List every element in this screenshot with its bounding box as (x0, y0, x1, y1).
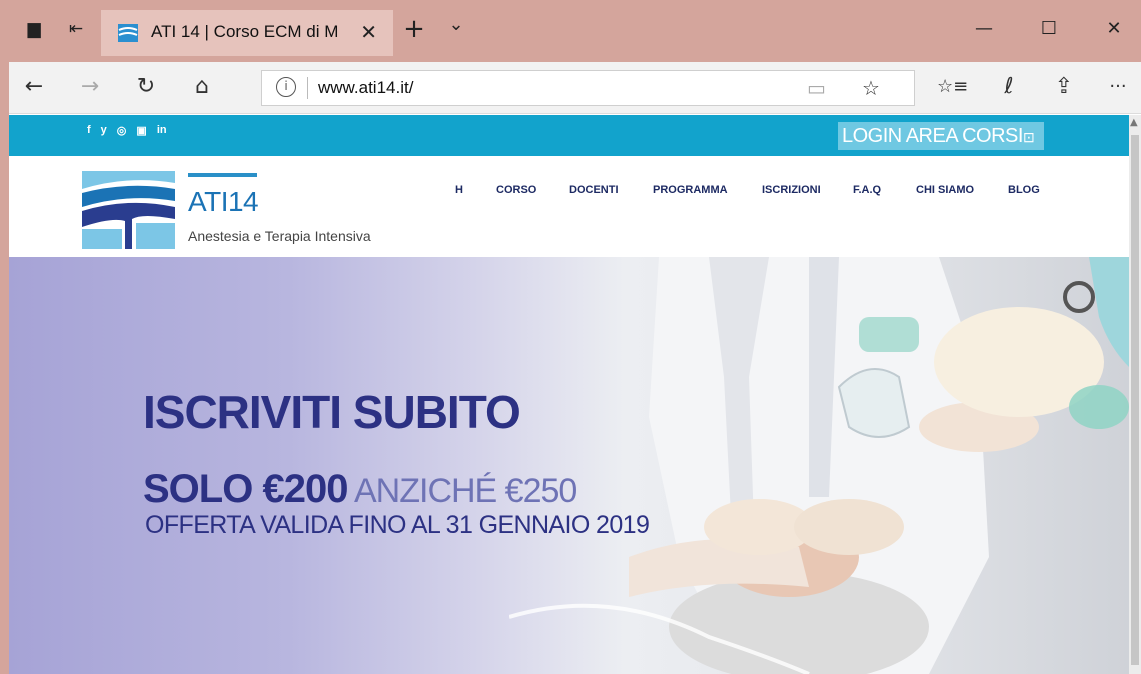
window-close-icon[interactable]: ✕ (1094, 14, 1134, 44)
top-strip: f y ◎ ▣ in LOGIN AREA CORSI⊡ (9, 115, 1129, 156)
share-icon[interactable]: ⇪ (1049, 72, 1079, 102)
tab-title: ATI 14 | Corso ECM di M (151, 22, 339, 41)
favorites-hub-icon[interactable]: ☆≡ (937, 72, 968, 102)
site-info-icon[interactable]: i (276, 77, 296, 97)
menu-item-docenti[interactable]: DOCENTI (569, 184, 619, 196)
scroll-up-icon[interactable]: ▲ (1130, 117, 1138, 128)
menu-item-chi-siamo[interactable]: CHI SIAMO (916, 184, 974, 196)
tab-list-icon[interactable]: ⌄ (445, 14, 467, 36)
ati14-logo-icon[interactable] (82, 171, 175, 249)
web-page: f y ◎ ▣ in LOGIN AREA CORSI⊡ ATI14 Anest… (9, 115, 1129, 674)
logo-subtitle: Anestesia e Terapia Intensiva (188, 228, 371, 244)
menu-item-blog[interactable]: BLOG (1008, 184, 1040, 196)
minimize-icon[interactable]: — (964, 14, 1004, 44)
twitter-icon[interactable]: y (101, 124, 107, 137)
linkedin-icon[interactable]: in (157, 124, 167, 137)
tab-close-icon[interactable]: ✕ (360, 20, 377, 44)
favorite-star-icon[interactable]: ☆ (862, 76, 880, 100)
menu-item-faq[interactable]: F.A.Q (853, 184, 881, 196)
menu-item-iscrizioni[interactable]: ISCRIZIONI (762, 184, 821, 196)
home-icon[interactable]: ⌂ (187, 72, 217, 102)
more-options-icon[interactable]: ··· (1103, 72, 1133, 102)
menu-item-programma[interactable]: PROGRAMMA (653, 184, 728, 196)
site-header: ATI14 Anestesia e Terapia Intensiva H CO… (9, 156, 1129, 257)
refresh-icon[interactable]: ↻ (131, 72, 161, 102)
title-bar: ▆ ⇤ ATI 14 | Corso ECM di M ✕ + ⌄ — ☐ ✕ (9, 0, 1141, 62)
maximize-icon[interactable]: ☐ (1029, 14, 1069, 44)
browser-window: ▆ ⇤ ATI 14 | Corso ECM di M ✕ + ⌄ — ☐ ✕ … (0, 0, 1141, 674)
instagram-icon[interactable]: ◎ (117, 124, 127, 137)
hero-headline: ISCRIVITI SUBITO (143, 386, 521, 438)
hero-price-offer: SOLO €200 (143, 467, 348, 511)
reading-view-icon[interactable]: ▭ (807, 76, 826, 100)
lock-icon: ⊡ (1022, 129, 1035, 145)
tab-actions-icon[interactable]: ▆ (23, 18, 45, 40)
forward-icon[interactable]: → (75, 72, 105, 102)
hero-banner[interactable]: ISCRIVITI SUBITO SOLO €200 ANZICHÉ €250 … (9, 257, 1129, 674)
page-scrollbar[interactable]: ▲ (1129, 115, 1141, 674)
address-divider (307, 77, 308, 99)
hero-price: SOLO €200 ANZICHÉ €250 (143, 467, 577, 512)
login-area-corsi-button[interactable]: LOGIN AREA CORSI⊡ (838, 122, 1044, 150)
web-notes-icon[interactable]: ℓ (994, 72, 1024, 102)
login-label: LOGIN AREA CORSI (842, 125, 1023, 147)
logo-title[interactable]: ATI14 (188, 186, 259, 218)
menu-item-h[interactable]: H (455, 184, 463, 196)
social-links: f y ◎ ▣ in (87, 124, 167, 137)
new-tab-icon[interactable]: + (403, 16, 425, 42)
site-favicon-icon (118, 24, 138, 42)
browser-tab[interactable]: ATI 14 | Corso ECM di M ✕ (101, 10, 393, 56)
navigation-bar: ← → ↻ ⌂ i www.ati14.it/ ▭ ☆ ☆≡ ℓ ⇪ ··· (9, 62, 1141, 114)
menu-item-corso[interactable]: CORSO (496, 184, 536, 196)
address-bar[interactable]: i www.ati14.it/ ▭ ☆ (261, 70, 915, 106)
hero-medical-image (509, 257, 1129, 674)
hero-price-original: ANZICHÉ €250 (347, 472, 577, 510)
facebook-icon[interactable]: f (87, 124, 91, 137)
scrollbar-thumb[interactable] (1131, 135, 1139, 665)
logo-accent-line (188, 173, 257, 177)
set-aside-tabs-icon[interactable]: ⇤ (65, 18, 87, 40)
youtube-icon[interactable]: ▣ (136, 124, 146, 137)
url-text[interactable]: www.ati14.it/ (318, 78, 413, 98)
back-icon[interactable]: ← (19, 72, 49, 102)
hero-offer-validity: OFFERTA VALIDA FINO AL 31 GENNAIO 2019 (145, 511, 650, 539)
